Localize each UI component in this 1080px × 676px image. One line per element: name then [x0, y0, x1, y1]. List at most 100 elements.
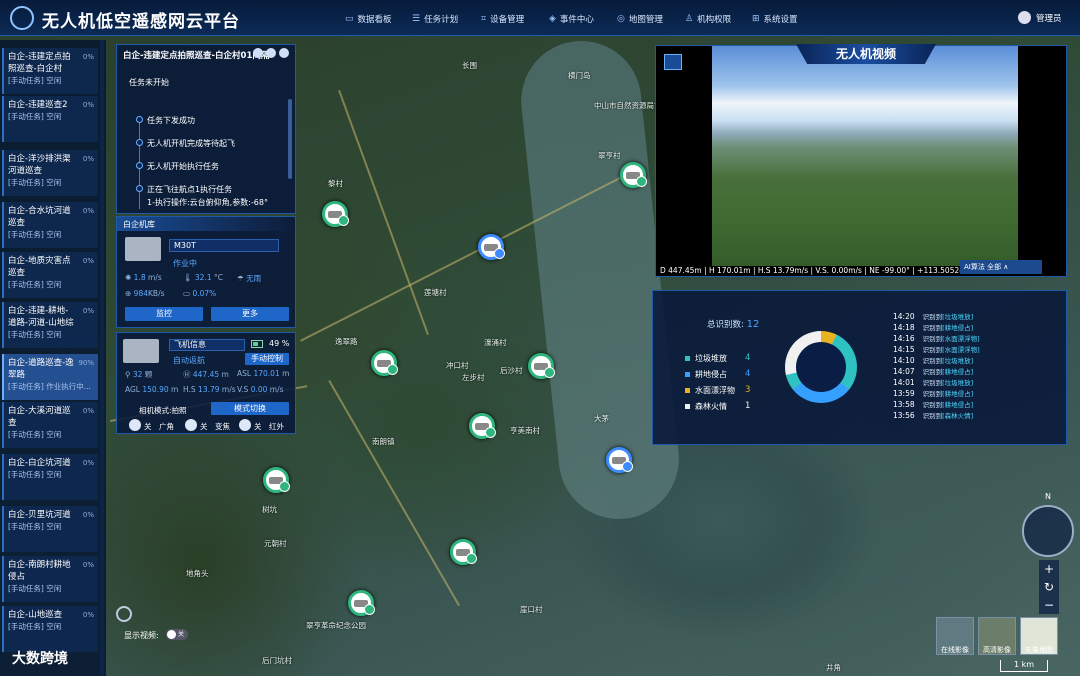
map-place-label: 井角 — [826, 663, 841, 672]
zoom-in-button[interactable]: + — [1039, 560, 1059, 578]
mode-switch-button[interactable]: 模式切换 — [211, 402, 289, 415]
more-button[interactable]: 更多 — [211, 307, 289, 321]
task-list-scrollbar[interactable] — [100, 40, 104, 676]
task-name: 白企-违建-耕地-道路-河道-山地综 — [8, 306, 74, 328]
recognition-log-entry[interactable]: 14:15 识别到[水面漂浮物] — [893, 344, 980, 354]
zoom-label: 变焦 — [215, 422, 230, 431]
task-type: [手动任务] 空闲 — [8, 522, 62, 531]
nav-device[interactable]: ⌗ 设备管理 — [481, 13, 524, 25]
recognition-total: 总识别数: 12 — [707, 319, 760, 330]
clipboard-icon: ☰ — [412, 14, 421, 24]
nav-person[interactable]: ♙ 机构权限 — [685, 13, 731, 25]
task-name: 白企-违建定点拍照巡查-白企村 — [8, 52, 71, 74]
task-item[interactable]: 白企-道路巡查-逸翠路 [手动任务] 作业执行中... 90% — [2, 354, 98, 400]
nav-monitor[interactable]: ▭ 数据看板 — [345, 13, 392, 25]
drone-pin[interactable] — [528, 353, 555, 379]
stop-icon[interactable] — [279, 48, 289, 58]
legend-swatch — [685, 356, 690, 361]
pause-icon[interactable] — [266, 48, 276, 58]
logo-icon — [10, 6, 34, 30]
task-item[interactable]: 白企-贝里坑河道 [手动任务] 空闲 0% — [2, 506, 98, 552]
drone-pin[interactable] — [348, 590, 375, 616]
task-item[interactable]: 白企-违建-耕地-道路-河道-山地综 [手动任务] 空闲 0% — [2, 302, 98, 348]
task-detail-title: 白企-违建定点拍照巡查-白企村01间隔 — [123, 51, 270, 61]
recognition-log-entry[interactable]: 13:58 识别到[耕地侵占] — [893, 399, 973, 409]
show-video-toggle[interactable]: 关 — [166, 629, 188, 640]
compass-icon[interactable] — [1022, 505, 1074, 557]
task-item[interactable]: 白企-合水坑河道巡查 [手动任务] 空闲 0% — [2, 202, 98, 248]
drone-pin[interactable] — [263, 467, 290, 493]
app-title: 无人机低空遥感网云平台 — [42, 12, 240, 32]
legend-item: 耕地侵占 — [685, 369, 727, 380]
drone-pin[interactable] — [606, 447, 633, 473]
zoom-out-button[interactable]: − — [1039, 596, 1059, 614]
task-item[interactable]: 白企-白企坑河道 [手动任务] 空闲 0% — [2, 454, 98, 500]
recognition-log-entry[interactable]: 14:20 识别到[垃圾堆放] — [893, 311, 973, 321]
step-dot — [136, 162, 143, 169]
task-type: [手动任务] 空闲 — [8, 112, 62, 121]
monitor-button[interactable]: 监控 — [125, 307, 203, 321]
detail-scrollbar[interactable] — [288, 99, 292, 179]
toggle-off-label: 关 — [144, 422, 152, 431]
nav-map[interactable]: ◎ 地图管理 — [617, 13, 663, 25]
recognition-panel: 总识别数: 12 垃圾堆放 4 耕地侵占 4 水面漂浮物 3 森林火情 1 14:20 识别到[… — [652, 290, 1067, 445]
drone-pin[interactable] — [469, 413, 496, 439]
task-item[interactable]: 白企-地质灾害点巡查 [手动任务] 空闲 0% — [2, 252, 98, 298]
task-item[interactable]: 白企-违建定点拍照巡查-白企村 [手动任务] 空闲 0% — [2, 48, 98, 94]
wide-angle-toggle[interactable] — [129, 419, 141, 431]
map-place-label: 翠亨革命纪念公园 — [306, 621, 366, 630]
battery-level: 49 % — [269, 339, 290, 348]
zoom-toggle[interactable] — [185, 419, 197, 431]
flight-info-panel: 飞机信息 49 % 自动返航 手动控制 ⚲ 32 颗 Ⓗ 447.45 m AS… — [116, 332, 296, 434]
task-item[interactable]: 白企-南朗村耕地侵占 [手动任务] 空闲 0% — [2, 556, 98, 602]
camera-icon[interactable] — [664, 54, 682, 70]
task-item[interactable]: 白企-大溪河道巡查 [手动任务] 空闲 0% — [2, 402, 98, 448]
step-label: 无人机开机完成等待起飞 — [147, 139, 235, 148]
recognition-log-entry[interactable]: 14:18 识别到[耕地侵占] — [893, 322, 973, 332]
task-type: [手动任务] 空闲 — [8, 470, 62, 479]
recognition-log-entry[interactable]: 13:59 识别到[耕地侵占] — [893, 388, 973, 398]
nav-event[interactable]: ◈ 事件中心 — [549, 13, 594, 25]
recognition-log-entry[interactable]: 14:10 识别到[垃圾堆放] — [893, 355, 973, 365]
video-feed — [712, 46, 1018, 266]
nav-clipboard[interactable]: ☰ 任务计划 — [412, 13, 458, 25]
network-speed: ⊕ 984KB/s — [125, 289, 165, 298]
event-icon: ◈ — [549, 14, 556, 24]
drone-pin[interactable] — [371, 350, 398, 376]
task-type: [手动任务] 空闲 — [8, 76, 62, 85]
reset-view-button[interactable]: ↻ — [1039, 578, 1059, 596]
top-bar: 无人机低空遥感网云平台 ▭ 数据看板 ☰ 任务计划 ⌗ 设备管理 ◈ 事件中心 ◎ 地图管理 ♙ 机构… — [0, 0, 1080, 36]
legend-swatch — [685, 404, 690, 409]
step-label: 任务下发成功 — [147, 116, 195, 125]
task-item[interactable]: 白企-洋沙排洪渠河道巡查 [手动任务] 空闲 0% — [2, 150, 98, 196]
recognition-log-entry[interactable]: 14:01 识别到[垃圾堆放] — [893, 377, 973, 387]
task-status: 任务未开始 — [129, 78, 169, 87]
recognition-log-entry[interactable]: 14:07 识别到[耕地侵占] — [893, 366, 973, 376]
infrared-toggle[interactable] — [239, 419, 251, 431]
vertical-speed: V.S 0.00 m/s — [237, 385, 284, 394]
task-item[interactable]: 白企-山地巡查 [手动任务] 空闲 0% — [2, 606, 98, 652]
drone-video-panel[interactable]: 无人机视频 D 447.45m | H 170.01m | H.S 13.79m… — [655, 44, 1067, 277]
drone-pin[interactable] — [620, 162, 647, 188]
task-progress: 0% — [82, 459, 94, 467]
user-menu[interactable]: 管理员 — [1018, 11, 1062, 24]
task-name: 白企-白企坑河道 — [8, 458, 71, 468]
drone-pin[interactable] — [450, 539, 477, 565]
play-icon[interactable] — [253, 48, 263, 58]
task-item[interactable]: 白企-违建巡查2 [手动任务] 空闲 0% — [2, 96, 98, 142]
settings-icon[interactable] — [116, 606, 132, 622]
task-type: [手动任务] 空闲 — [8, 622, 62, 631]
legend-value: 1 — [745, 401, 751, 411]
nav-grid[interactable]: ⊞ 系统设置 — [752, 13, 798, 25]
task-type: [手动任务] 空闲 — [8, 230, 62, 239]
drone-pin[interactable] — [478, 234, 505, 260]
nav-label: 地图管理 — [628, 15, 663, 25]
ai-algorithm-select[interactable]: AI算法 全部 ∧ — [960, 260, 1042, 274]
recognition-log-entry[interactable]: 13:56 识别到[森林火情] — [893, 410, 973, 420]
legend-value: 4 — [745, 369, 751, 379]
task-progress: 0% — [82, 561, 94, 569]
manual-control-button[interactable]: 手动控制 — [245, 353, 289, 365]
task-name: 白企-洋沙排洪渠河道巡查 — [8, 154, 71, 176]
drone-pin[interactable] — [322, 201, 349, 227]
recognition-log-entry[interactable]: 14:16 识别到[水面漂浮物] — [893, 333, 980, 343]
